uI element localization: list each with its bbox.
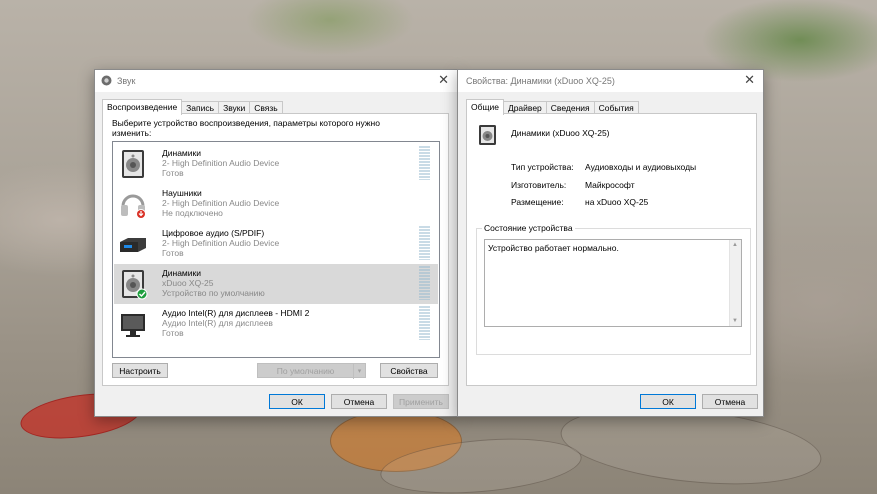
digital-audio-icon xyxy=(120,238,146,252)
title-bar[interactable]: Звук ✕ xyxy=(95,70,457,92)
device-name: Аудио Intel(R) для дисплеев - HDMI 2 xyxy=(162,308,310,318)
speaker-icon xyxy=(101,75,112,86)
manufacturer-value: Майкрософт xyxy=(585,180,635,190)
group-title: Состояние устройства xyxy=(482,223,575,233)
device-driver: Аудио Intel(R) для дисплеев xyxy=(162,318,273,328)
monitor-icon xyxy=(121,314,145,337)
headphones-icon xyxy=(121,194,146,219)
playback-panel: Выберите устройство воспроизведения, пар… xyxy=(102,113,449,386)
properties-button[interactable]: Свойства xyxy=(380,363,438,378)
device-status: Готов xyxy=(162,248,184,258)
cancel-button[interactable]: Отмена xyxy=(331,394,387,409)
device-name: Динамики (xDuoo XQ-25) xyxy=(511,128,610,138)
window-title: Свойства: Динамики (xDuoo XQ-25) xyxy=(466,76,615,86)
location-value: на xDuoo XQ-25 xyxy=(585,197,649,207)
list-item[interactable]: Аудио Intel(R) для дисплеев - HDMI 2 Ауд… xyxy=(114,304,438,344)
configure-button[interactable]: Настроить xyxy=(112,363,168,378)
device-list: Динамики 2- High Definition Audio Device… xyxy=(112,141,440,358)
apply-button[interactable]: Применить xyxy=(393,394,449,409)
list-item-selected[interactable]: Динамики xDuoo XQ-25 Устройство по умолч… xyxy=(114,264,438,304)
set-default-button[interactable]: По умолчанию ▾ xyxy=(257,363,366,379)
cancel-button[interactable]: Отмена xyxy=(702,394,758,409)
manufacturer-label: Изготовитель: xyxy=(511,180,567,190)
device-name: Динамики xyxy=(162,148,201,158)
chevron-down-icon[interactable]: ▾ xyxy=(353,364,365,379)
list-item[interactable]: Динамики 2- High Definition Audio Device… xyxy=(114,144,438,184)
scrollbar[interactable]: ▲ ▼ xyxy=(729,240,741,326)
device-driver: xDuoo XQ-25 xyxy=(162,278,214,288)
ok-button[interactable]: ОК xyxy=(640,394,696,409)
instruction-text: Выберите устройство воспроизведения, пар… xyxy=(112,118,380,138)
device-status: Готов xyxy=(162,168,184,178)
tab-playback[interactable]: Воспроизведение xyxy=(102,99,183,115)
status-text: Устройство работает нормально. xyxy=(488,243,619,253)
title-bar[interactable]: Свойства: Динамики (xDuoo XQ-25) ✕ xyxy=(458,70,763,92)
tab-general[interactable]: Общие xyxy=(466,99,504,115)
speaker-icon xyxy=(122,270,148,300)
close-button[interactable]: ✕ xyxy=(438,73,449,87)
ok-button[interactable]: ОК xyxy=(269,394,325,409)
device-status: Готов xyxy=(162,328,184,338)
list-item[interactable]: Наушники 2- High Definition Audio Device… xyxy=(114,184,438,224)
location-label: Размещение: xyxy=(511,197,564,207)
properties-dialog: Свойства: Динамики (xDuoo XQ-25) ✕ Общие… xyxy=(457,69,764,417)
speaker-icon xyxy=(122,150,144,178)
device-status-group: Состояние устройства Устройство работает… xyxy=(476,223,751,355)
device-driver: 2- High Definition Audio Device xyxy=(162,238,280,248)
device-type-value: Аудиовходы и аудиовыходы xyxy=(585,162,697,172)
set-default-label: По умолчанию xyxy=(276,366,335,376)
device-name: Динамики xyxy=(162,268,201,278)
device-status: Не подключено xyxy=(162,208,223,218)
level-meter xyxy=(419,266,430,300)
scroll-down-icon[interactable]: ▼ xyxy=(732,318,738,324)
close-button[interactable]: ✕ xyxy=(744,73,755,87)
sound-dialog: Звук ✕ Воспроизведение Запись Звуки Связ… xyxy=(94,69,458,417)
device-type-label: Тип устройства: xyxy=(511,162,574,172)
scroll-up-icon[interactable]: ▲ xyxy=(732,242,738,248)
device-name: Цифровое аудио (S/PDIF) xyxy=(162,228,265,238)
device-driver: 2- High Definition Audio Device xyxy=(162,158,280,168)
device-driver: 2- High Definition Audio Device xyxy=(162,198,280,208)
device-name: Наушники xyxy=(162,188,202,198)
speaker-icon xyxy=(479,125,496,145)
general-panel: Динамики (xDuoo XQ-25) Тип устройства: А… xyxy=(466,113,757,386)
level-meter xyxy=(419,226,430,260)
level-meter xyxy=(419,146,430,180)
window-title: Звук xyxy=(117,76,136,86)
device-status: Устройство по умолчанию xyxy=(162,288,265,298)
list-item[interactable]: Цифровое аудио (S/PDIF) 2- High Definiti… xyxy=(114,224,438,264)
status-textbox[interactable]: Устройство работает нормально. ▲ ▼ xyxy=(484,239,742,327)
level-meter xyxy=(419,306,430,340)
